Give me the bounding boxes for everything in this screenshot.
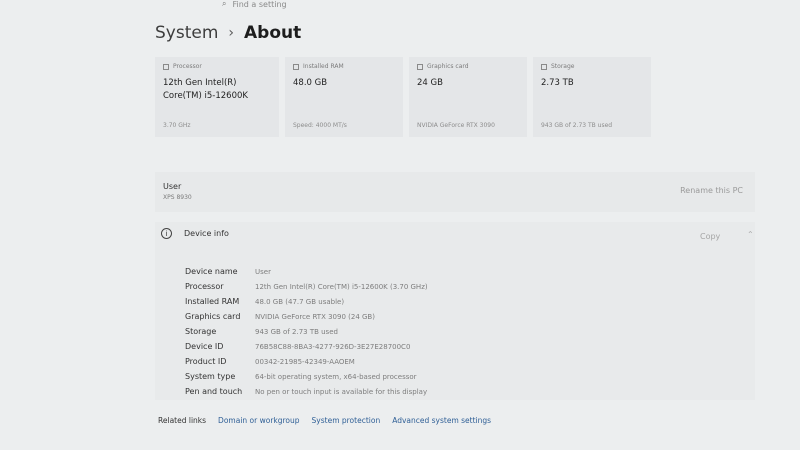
card-label: Graphics card — [427, 63, 469, 70]
device-info-title: Device info — [184, 229, 229, 238]
device-info-panel: i Device info Copy ⌃ Device name User Pro… — [155, 222, 755, 400]
chevron-up-icon[interactable]: ⌃ — [747, 230, 754, 239]
card-value: 24 GB — [417, 78, 443, 88]
spec-value: 00342-21985-42349-AAOEM — [255, 357, 355, 366]
chevron-right-icon: › — [228, 25, 235, 41]
breadcrumb-system[interactable]: System — [155, 23, 218, 43]
card-storage: Storage 2.73 TB 943 GB of 2.73 TB used — [533, 57, 651, 137]
list-item: Storage 943 GB of 2.73 TB used — [185, 324, 428, 339]
domain-or-workgroup-link[interactable]: Domain or workgroup — [218, 416, 299, 425]
related-links-label: Related links — [158, 416, 207, 425]
advanced-system-settings-link[interactable]: Advanced system settings — [392, 416, 491, 425]
breadcrumb: System › About — [155, 20, 301, 46]
spec-value: 12th Gen Intel(R) Core(TM) i5-12600K (3.… — [255, 282, 428, 291]
search-placeholder: Find a setting — [232, 0, 287, 9]
spec-key: Graphics card — [185, 312, 241, 321]
list-item: Pen and touch No pen or touch input is av… — [185, 384, 428, 399]
spec-value: 76B58C88-8BA3-4277-926D-3E27E28700C0 — [255, 342, 411, 351]
page-title: About — [244, 23, 302, 43]
copy-button[interactable]: Copy — [700, 232, 720, 241]
card-sub: 3.70 GHz — [163, 122, 191, 129]
card-value: 2.73 TB — [541, 78, 574, 88]
card-label: Storage — [551, 63, 575, 70]
spec-key: Storage — [185, 327, 217, 336]
rename-pc-button[interactable]: Rename this PC — [680, 186, 743, 195]
ram-icon — [293, 63, 299, 70]
card-value: 48.0 GB — [293, 78, 328, 88]
spec-key: Pen and touch — [185, 387, 243, 396]
card-ram: Installed RAM 48.0 GB Speed: 4000 MT/s — [285, 57, 403, 137]
spec-value: User — [255, 267, 271, 276]
card-graphics: Graphics card 24 GB NVIDIA GeForce RTX 3… — [409, 57, 527, 137]
spec-key: System type — [185, 372, 236, 381]
pc-user-name: User — [163, 182, 182, 191]
list-item: System type 64-bit operating system, x64-… — [185, 369, 428, 384]
spec-cards: Processor 12th Gen Intel(R) Core(TM) i5-… — [155, 57, 651, 137]
card-value: 12th Gen Intel(R) Core(TM) i5-12600K — [163, 78, 248, 101]
spec-value: No pen or touch input is available for t… — [255, 387, 428, 396]
list-item: Graphics card NVIDIA GeForce RTX 3090 (24… — [185, 309, 428, 324]
pc-model: XPS 8930 — [163, 194, 192, 201]
related-links: Related links Domain or workgroup System… — [158, 416, 491, 425]
card-sub: Speed: 4000 MT/s — [293, 122, 347, 129]
spec-value: NVIDIA GeForce RTX 3090 (24 GB) — [255, 312, 375, 321]
spec-value: 64-bit operating system, x64-based proce… — [255, 372, 417, 381]
device-info-header[interactable]: i Device info — [161, 228, 229, 239]
processor-icon — [163, 63, 169, 70]
spec-key: Product ID — [185, 357, 227, 366]
device-spec-list: Device name User Processor 12th Gen Intel(… — [185, 264, 428, 399]
spec-key: Device name — [185, 267, 238, 276]
list-item: Device name User — [185, 264, 428, 279]
list-item: Device ID 76B58C88-8BA3-4277-926D-3E27E28… — [185, 339, 428, 354]
pc-name-panel: User XPS 8930 Rename this PC — [155, 172, 755, 212]
spec-value: 943 GB of 2.73 TB used — [255, 327, 338, 336]
spec-key: Processor — [185, 282, 224, 291]
card-sub: 943 GB of 2.73 TB used — [541, 122, 613, 129]
list-item: Product ID 00342-21985-42349-AAOEM — [185, 354, 428, 369]
info-icon: i — [161, 228, 172, 239]
search-box[interactable]: ⌕ Find a setting — [222, 0, 562, 9]
list-item: Processor 12th Gen Intel(R) Core(TM) i5-1… — [185, 279, 428, 294]
card-processor: Processor 12th Gen Intel(R) Core(TM) i5-… — [155, 57, 279, 137]
search-icon: ⌕ — [222, 0, 227, 8]
spec-key: Installed RAM — [185, 297, 240, 306]
spec-value: 48.0 GB (47.7 GB usable) — [255, 297, 345, 306]
card-label: Installed RAM — [303, 63, 344, 70]
spec-key: Device ID — [185, 342, 224, 351]
storage-icon — [541, 63, 547, 70]
system-protection-link[interactable]: System protection — [312, 416, 381, 425]
card-sub: NVIDIA GeForce RTX 3090 — [417, 122, 495, 129]
card-label: Processor — [173, 63, 202, 70]
list-item: Installed RAM 48.0 GB (47.7 GB usable) — [185, 294, 428, 309]
graphics-card-icon — [417, 63, 423, 70]
